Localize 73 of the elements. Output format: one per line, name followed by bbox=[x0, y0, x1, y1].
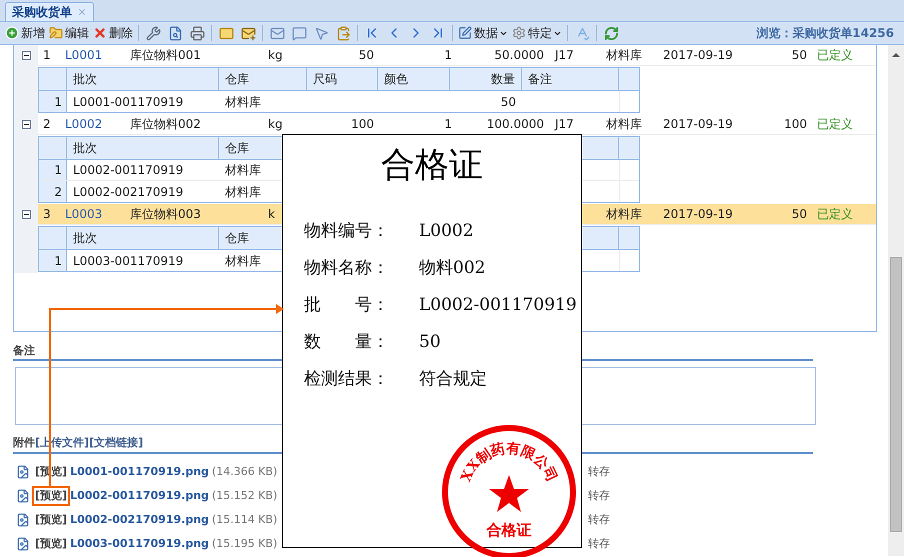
field-label: 物料名称： bbox=[304, 257, 390, 280]
table-cell-text: 材料库 bbox=[225, 184, 262, 200]
item-name: 库位物料001 bbox=[130, 47, 202, 64]
certificate-title: 合格证 bbox=[381, 144, 483, 187]
price-cell-text: 50.0000 bbox=[493, 47, 544, 64]
row-number: 1 bbox=[39, 160, 67, 180]
field-value: L0002-001170919 bbox=[419, 294, 577, 318]
field-label: 物料编号： bbox=[304, 220, 390, 244]
section-title: 备注 bbox=[13, 343, 36, 358]
quantity-cell-text: 100 bbox=[350, 116, 374, 133]
field-label: 检测结果： bbox=[304, 368, 390, 392]
date-cell-text: 2017-09-19 bbox=[663, 116, 734, 133]
column-header: 批次 bbox=[67, 137, 219, 159]
row-number: 2 bbox=[42, 116, 52, 133]
unit-cell-text: k bbox=[268, 206, 276, 223]
item-code: L0003 bbox=[65, 206, 104, 223]
row-number: 1 bbox=[42, 47, 52, 64]
table-cell-text: J17 bbox=[553, 116, 575, 133]
unit-cell-text: kg bbox=[268, 47, 284, 64]
item-name: 库位物料002 bbox=[130, 116, 202, 133]
received-cell-text: 100 bbox=[783, 116, 807, 133]
table-cell-text: L0003-001170919 bbox=[73, 252, 184, 270]
received-cell-text: 50 bbox=[790, 206, 807, 223]
file-size: (14.366 KB) bbox=[212, 464, 278, 480]
item-name: 库位物料003 bbox=[130, 206, 202, 223]
unit-cell-text: kg bbox=[268, 116, 284, 133]
field-label: 批 号： bbox=[304, 294, 390, 318]
status-cell-text: 已定义 bbox=[816, 116, 854, 133]
table-cell-text: L0002-002170919 bbox=[73, 184, 184, 200]
item-code: L0001 bbox=[65, 47, 104, 64]
date-cell-text: 2017-09-19 bbox=[663, 47, 734, 64]
file-size: (15.195 KB) bbox=[212, 536, 278, 552]
record-status: 浏览：采购收货单14256 bbox=[756, 25, 894, 42]
column-header: 批次 bbox=[67, 68, 219, 90]
status-cell-text: 已定义 bbox=[816, 47, 854, 64]
field-value: 符合规定 bbox=[419, 368, 487, 392]
quantity-cell-text: 50 bbox=[358, 47, 374, 64]
company-seal: XX制药有限公司 合格证 bbox=[440, 423, 578, 557]
tab-title: 采购收货单 bbox=[12, 4, 72, 21]
row-number: 1 bbox=[39, 250, 67, 271]
column-header: 颜色 bbox=[378, 68, 450, 90]
status-cell-text: 已定义 bbox=[816, 206, 854, 223]
field-value: 物料002 bbox=[419, 257, 486, 280]
table-cell-text: 材料库 bbox=[225, 162, 262, 179]
column-header: 批次 bbox=[67, 227, 219, 249]
row-number: 2 bbox=[39, 181, 67, 202]
table-cell-text: 材料库 bbox=[225, 252, 262, 270]
warehouse-cell-text: 材料库 bbox=[606, 116, 643, 133]
table-cell-text: L0001-001170919 bbox=[73, 94, 184, 110]
field-value: 50 bbox=[419, 331, 441, 354]
price-cell-text: 100.0000 bbox=[486, 116, 544, 133]
table-cell-text: J17 bbox=[553, 47, 575, 64]
table-cell-text: 1 bbox=[443, 47, 452, 64]
column-header: 数量 bbox=[450, 68, 522, 90]
table-cell-text: 1 bbox=[443, 116, 452, 133]
field-value: L0002 bbox=[419, 220, 474, 244]
received-cell-text: 50 bbox=[790, 47, 807, 64]
warehouse-cell-text: 材料库 bbox=[606, 47, 643, 64]
date-cell-text: 2017-09-19 bbox=[663, 206, 734, 223]
table-cell-text: L0002-001170919 bbox=[73, 162, 184, 179]
file-size: (15.114 KB) bbox=[212, 512, 278, 528]
table-cell-text: 50 bbox=[500, 94, 516, 110]
field-label: 数 量： bbox=[304, 331, 390, 354]
item-code: L0002 bbox=[65, 116, 104, 133]
file-size: (15.152 KB) bbox=[212, 488, 278, 504]
warehouse-cell-text: 材料库 bbox=[606, 206, 643, 223]
table-cell-text: 材料库 bbox=[225, 94, 262, 110]
column-header: 尺码 bbox=[307, 68, 378, 90]
column-header: 仓库 bbox=[219, 68, 307, 90]
column-header: 备注 bbox=[522, 68, 619, 90]
row-number: 3 bbox=[42, 206, 52, 223]
row-number: 1 bbox=[39, 91, 67, 112]
section-title: 附件 bbox=[13, 434, 35, 451]
